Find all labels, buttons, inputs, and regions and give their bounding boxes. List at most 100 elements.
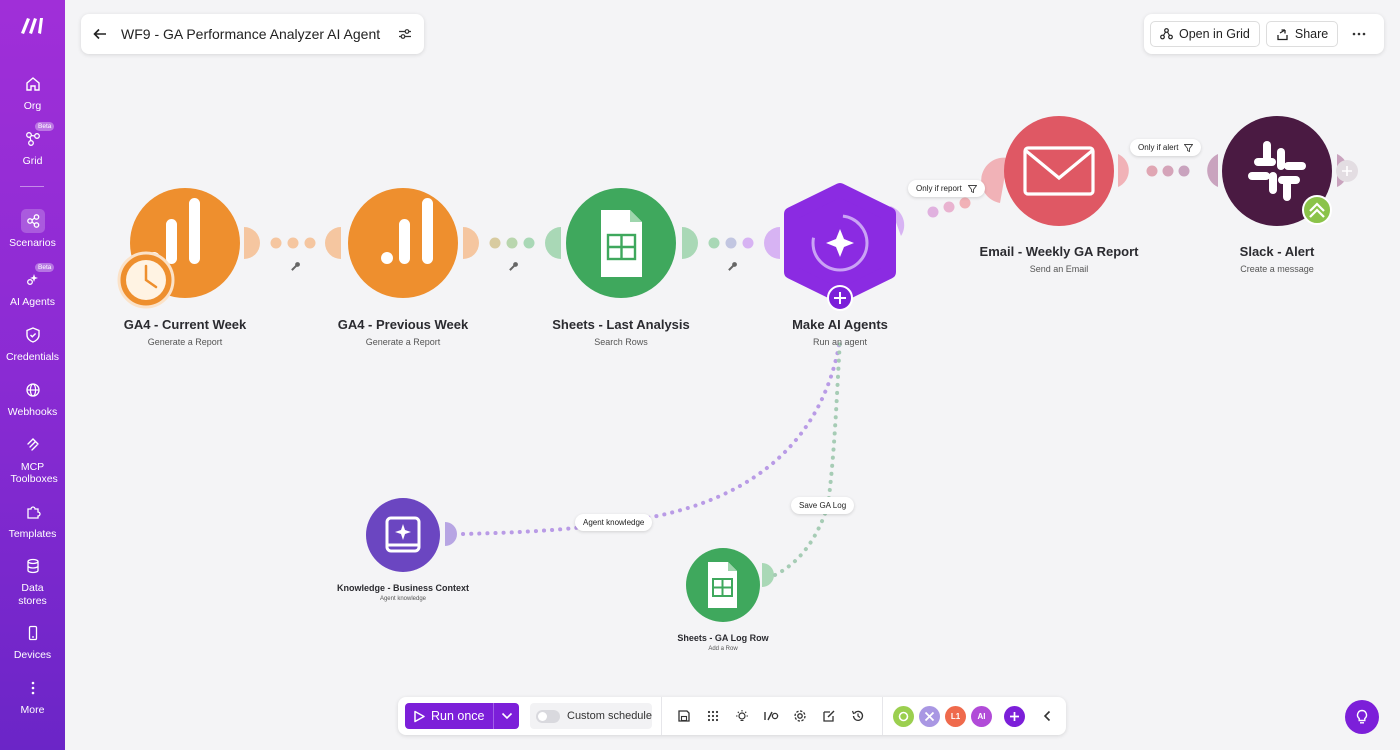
- filter-icon: [1184, 143, 1194, 152]
- openai-icon: [898, 711, 909, 722]
- ga4-previous-out-handle: [463, 227, 479, 259]
- ga4-previous-in-handle: [325, 227, 341, 259]
- io-button[interactable]: [762, 707, 780, 725]
- email-circle: [1004, 116, 1114, 226]
- node-subtitle: Send an Email: [1029, 264, 1089, 274]
- node-title: Sheets - GA Log Row: [677, 633, 769, 643]
- node-title: GA4 - Current Week: [123, 317, 247, 332]
- label-agent-knowledge[interactable]: Agent knowledge: [575, 514, 653, 531]
- globe-icon: [25, 383, 40, 397]
- sidebar-item-templates[interactable]: Templates: [0, 500, 65, 540]
- plus-icon: [1010, 712, 1019, 721]
- puzzle-icon: [26, 506, 41, 519]
- node-subtitle: Create a message: [1240, 264, 1314, 274]
- scenario-settings-button[interactable]: [791, 707, 809, 725]
- save-button[interactable]: [675, 707, 693, 725]
- custom-schedule-toggle[interactable]: Custom schedule: [530, 703, 652, 729]
- node-subtitle: Generate a Report: [147, 337, 223, 347]
- node-ga4-current[interactable]: GA4 - Current Week Generate a Report: [75, 317, 295, 347]
- collapse-toolbar-button[interactable]: [1038, 707, 1056, 725]
- avatar-app-1[interactable]: [893, 706, 914, 727]
- run-once-label: Run once: [431, 709, 485, 723]
- sidebar-item-grid[interactable]: Beta Grid: [0, 122, 65, 167]
- sheets-last-in-handle: [545, 227, 561, 259]
- save-icon: [678, 710, 690, 722]
- filter-label: Only if alert: [1138, 143, 1179, 152]
- auto-align-button[interactable]: [704, 707, 722, 725]
- toolbar-divider: [882, 697, 883, 735]
- sidebar-item-label: Grid: [22, 155, 43, 167]
- ai-agents-in-handle: [764, 227, 780, 259]
- node-subtitle: Run an agent: [812, 337, 868, 347]
- node-title: Make AI Agents: [792, 317, 888, 332]
- label-save-ga-log[interactable]: Save GA Log: [791, 497, 855, 514]
- sidebar-item-label: More: [20, 704, 45, 716]
- open-in-grid-button[interactable]: Open in Grid: [1150, 21, 1260, 47]
- node-subtitle: Add a Row: [708, 646, 738, 652]
- scenario-canvas[interactable]: GA4 - Current Week Generate a Report GA4…: [65, 0, 1400, 750]
- node-ai-agents[interactable]: Make AI Agents Run an agent: [730, 317, 950, 347]
- lightbulb-icon: [736, 710, 748, 722]
- node-sheets-last[interactable]: Sheets - Last Analysis Search Rows: [511, 317, 731, 347]
- schedule-switch[interactable]: [536, 709, 560, 723]
- settings-sliders-icon[interactable]: [398, 28, 412, 40]
- email-out-handle: [1118, 154, 1129, 187]
- sidebar-item-mcp-toolboxes[interactable]: MCP Toolboxes: [0, 433, 65, 485]
- link-label: Agent knowledge: [583, 518, 645, 527]
- tools-icon: [924, 711, 935, 722]
- notes-button[interactable]: [820, 707, 838, 725]
- wrench-icon: [509, 262, 518, 271]
- node-ga4-previous[interactable]: GA4 - Previous Week Generate a Report: [293, 317, 513, 347]
- chevron-left-icon: [1043, 710, 1051, 722]
- sidebar-divider: [20, 186, 44, 187]
- sidebar-item-label: AI Agents: [10, 296, 55, 308]
- sidebar-item-more[interactable]: More: [0, 676, 65, 716]
- scenario-title[interactable]: WF9 - GA Performance Analyzer AI Agent: [121, 26, 398, 42]
- help-button[interactable]: [1345, 700, 1379, 734]
- back-arrow-icon[interactable]: [93, 28, 107, 40]
- sidebar-item-devices[interactable]: Devices: [0, 621, 65, 661]
- avatar-app-2[interactable]: [919, 706, 940, 727]
- mcp-icon: [26, 438, 39, 451]
- filter-only-if-report[interactable]: Only if report: [908, 180, 985, 197]
- avatar-ai[interactable]: AI: [971, 706, 992, 727]
- gear-icon: [794, 710, 806, 722]
- filter-only-if-alert[interactable]: Only if alert: [1130, 139, 1202, 156]
- sidebar-item-data-stores[interactable]: Data stores: [0, 554, 65, 608]
- ga4-current-out-handle: [244, 227, 260, 259]
- more-horizontal-icon[interactable]: [1348, 27, 1370, 41]
- add-app-button[interactable]: [1004, 706, 1025, 727]
- avatar-l1[interactable]: L1: [945, 706, 966, 727]
- sheets-last-out-handle: [682, 227, 698, 259]
- node-subtitle: Agent knowledge: [379, 596, 427, 602]
- more-vertical-icon: [31, 681, 34, 695]
- history-button[interactable]: [849, 707, 867, 725]
- history-icon: [851, 710, 864, 721]
- share-button[interactable]: Share: [1265, 21, 1339, 47]
- sidebar-item-webhooks[interactable]: Webhooks: [0, 378, 65, 418]
- phone-icon: [28, 625, 37, 641]
- sidebar-item-scenarios[interactable]: Scenarios: [0, 209, 65, 249]
- node-subtitle: Generate a Report: [365, 337, 441, 347]
- sidebar: Org Beta Grid Scenarios Beta AI Agents C…: [0, 0, 65, 750]
- sidebar-item-label: Webhooks: [7, 406, 58, 418]
- node-title: Slack - Alert: [1239, 244, 1315, 259]
- sidebar-item-credentials[interactable]: Credentials: [0, 323, 65, 363]
- node-slack[interactable]: Slack - Alert Create a message: [1167, 244, 1387, 274]
- make-logo-icon[interactable]: [19, 14, 46, 36]
- node-title: Sheets - Last Analysis: [552, 317, 690, 332]
- sidebar-item-org[interactable]: Org: [0, 72, 65, 112]
- node-email[interactable]: Email - Weekly GA Report Send an Email: [949, 244, 1169, 274]
- node-knowledge[interactable]: Knowledge - Business Context Agent knowl…: [293, 583, 513, 602]
- explain-flow-button[interactable]: [733, 707, 751, 725]
- run-options-dropdown[interactable]: [493, 703, 519, 729]
- run-once-button[interactable]: Run once: [405, 703, 493, 729]
- sidebar-item-ai-agents[interactable]: Beta AI Agents: [0, 263, 65, 308]
- sidebar-item-label: Scenarios: [9, 237, 56, 249]
- sheets-log-out-handle: [762, 563, 774, 587]
- scenario-title-bar: WF9 - GA Performance Analyzer AI Agent: [81, 14, 424, 54]
- sidebar-item-label: Data stores: [18, 582, 47, 607]
- beta-badge: Beta: [35, 263, 55, 272]
- node-sheets-log[interactable]: Sheets - GA Log Row Add a Row: [613, 633, 833, 652]
- share-icon: [20, 209, 45, 233]
